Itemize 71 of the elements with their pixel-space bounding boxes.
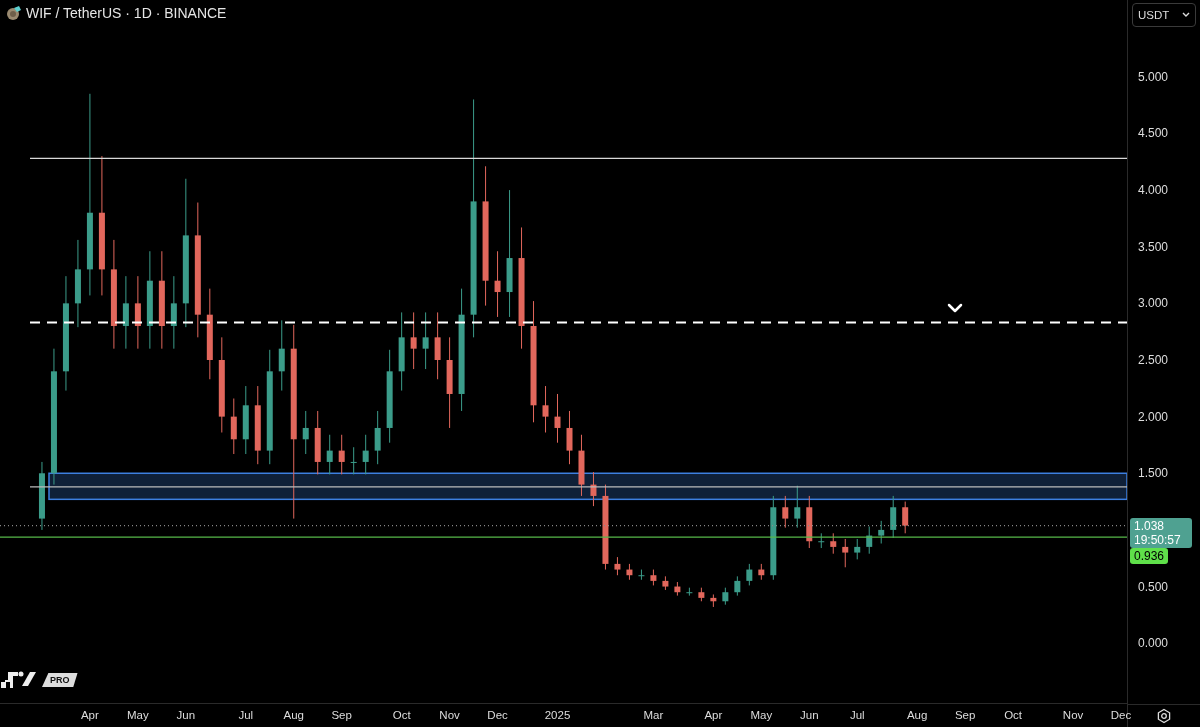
candlestick <box>566 410 573 465</box>
candlestick <box>794 485 801 529</box>
price-axis-label: 0.500 <box>1138 579 1169 594</box>
settings-icon[interactable] <box>1156 708 1172 724</box>
candlestick <box>830 532 837 555</box>
candlestick <box>746 563 753 586</box>
currency-dropdown[interactable]: USDT <box>1132 3 1196 27</box>
time-axis-label: May <box>750 709 773 721</box>
time-axis-label: Oct <box>392 709 411 721</box>
candlestick <box>338 434 345 475</box>
caret-icon <box>1182 12 1190 18</box>
candlestick <box>326 434 333 475</box>
candlestick <box>170 275 177 350</box>
time-axis-label: Jul <box>238 709 254 721</box>
candlestick <box>638 569 645 581</box>
candlestick <box>854 538 861 560</box>
time-axis-label: Mar <box>643 709 664 721</box>
price-axis-label: 0.000 <box>1138 636 1169 651</box>
time-axis-label: Dec <box>487 709 508 721</box>
symbol-title: WIF / TetherUS · 1D · BINANCE <box>26 5 227 21</box>
candlestick <box>434 311 441 380</box>
price-zone[interactable] <box>48 472 1127 501</box>
candlestick <box>902 501 909 534</box>
time-axis-label: Sep <box>954 709 976 721</box>
candlestick <box>278 319 285 392</box>
candlestick <box>134 275 141 350</box>
candlestick <box>554 393 561 444</box>
candlestick <box>410 311 417 370</box>
price-axis-label: 4.000 <box>1138 183 1169 198</box>
candlestick <box>362 434 369 475</box>
time-axis-label: May <box>127 709 149 721</box>
candlestick <box>230 398 237 455</box>
time-axis-label: Jun <box>176 709 196 721</box>
candlestick <box>302 410 309 455</box>
price-axis-label: 2.500 <box>1138 353 1169 367</box>
price-axis-label: 1.500 <box>1138 466 1169 481</box>
time-axis-label: Sep <box>331 709 352 721</box>
candlestick <box>542 385 549 433</box>
candlestick <box>734 575 741 597</box>
price-axis-label: 5.000 <box>1138 69 1169 84</box>
candlestick <box>122 275 129 350</box>
candlestick <box>350 446 357 475</box>
time-axis-label: Aug <box>906 709 928 721</box>
candlestick <box>842 538 849 568</box>
time-axis-label: Dec <box>1110 709 1132 721</box>
time-axis-label: 2025 <box>544 709 571 721</box>
candlestick <box>782 495 789 529</box>
price-axis-label: 2.000 <box>1138 409 1169 424</box>
chevron-down-icon[interactable] <box>947 303 963 313</box>
horizontal-line[interactable] <box>0 525 1127 527</box>
price-axis-label: 3.500 <box>1138 239 1169 254</box>
time-axis-label: Oct <box>1004 709 1023 721</box>
price-axis-label: 4.500 <box>1138 126 1169 141</box>
candlestick <box>374 410 381 465</box>
time-axis-label: Nov <box>439 709 460 721</box>
candlestick <box>878 520 885 545</box>
time-axis-label: Apr <box>80 709 99 721</box>
candlestick <box>494 250 501 318</box>
time-axis-label: Jun <box>800 709 819 721</box>
candlestick <box>890 495 897 539</box>
price-axis-label: 3.000 <box>1138 296 1169 311</box>
pro-badge: PRO <box>42 673 78 687</box>
candlestick <box>614 556 621 576</box>
time-axis-label: Nov <box>1062 709 1084 721</box>
price-value: 1.038 <box>1134 518 1166 533</box>
coin-icon <box>6 5 22 21</box>
time-axis-label: Aug <box>283 709 304 721</box>
countdown-timer: 19:50:57 <box>1134 532 1182 547</box>
time-axis-label: Jul <box>849 709 865 721</box>
candlestick <box>422 311 429 370</box>
time-axis-label: Apr <box>704 709 723 721</box>
